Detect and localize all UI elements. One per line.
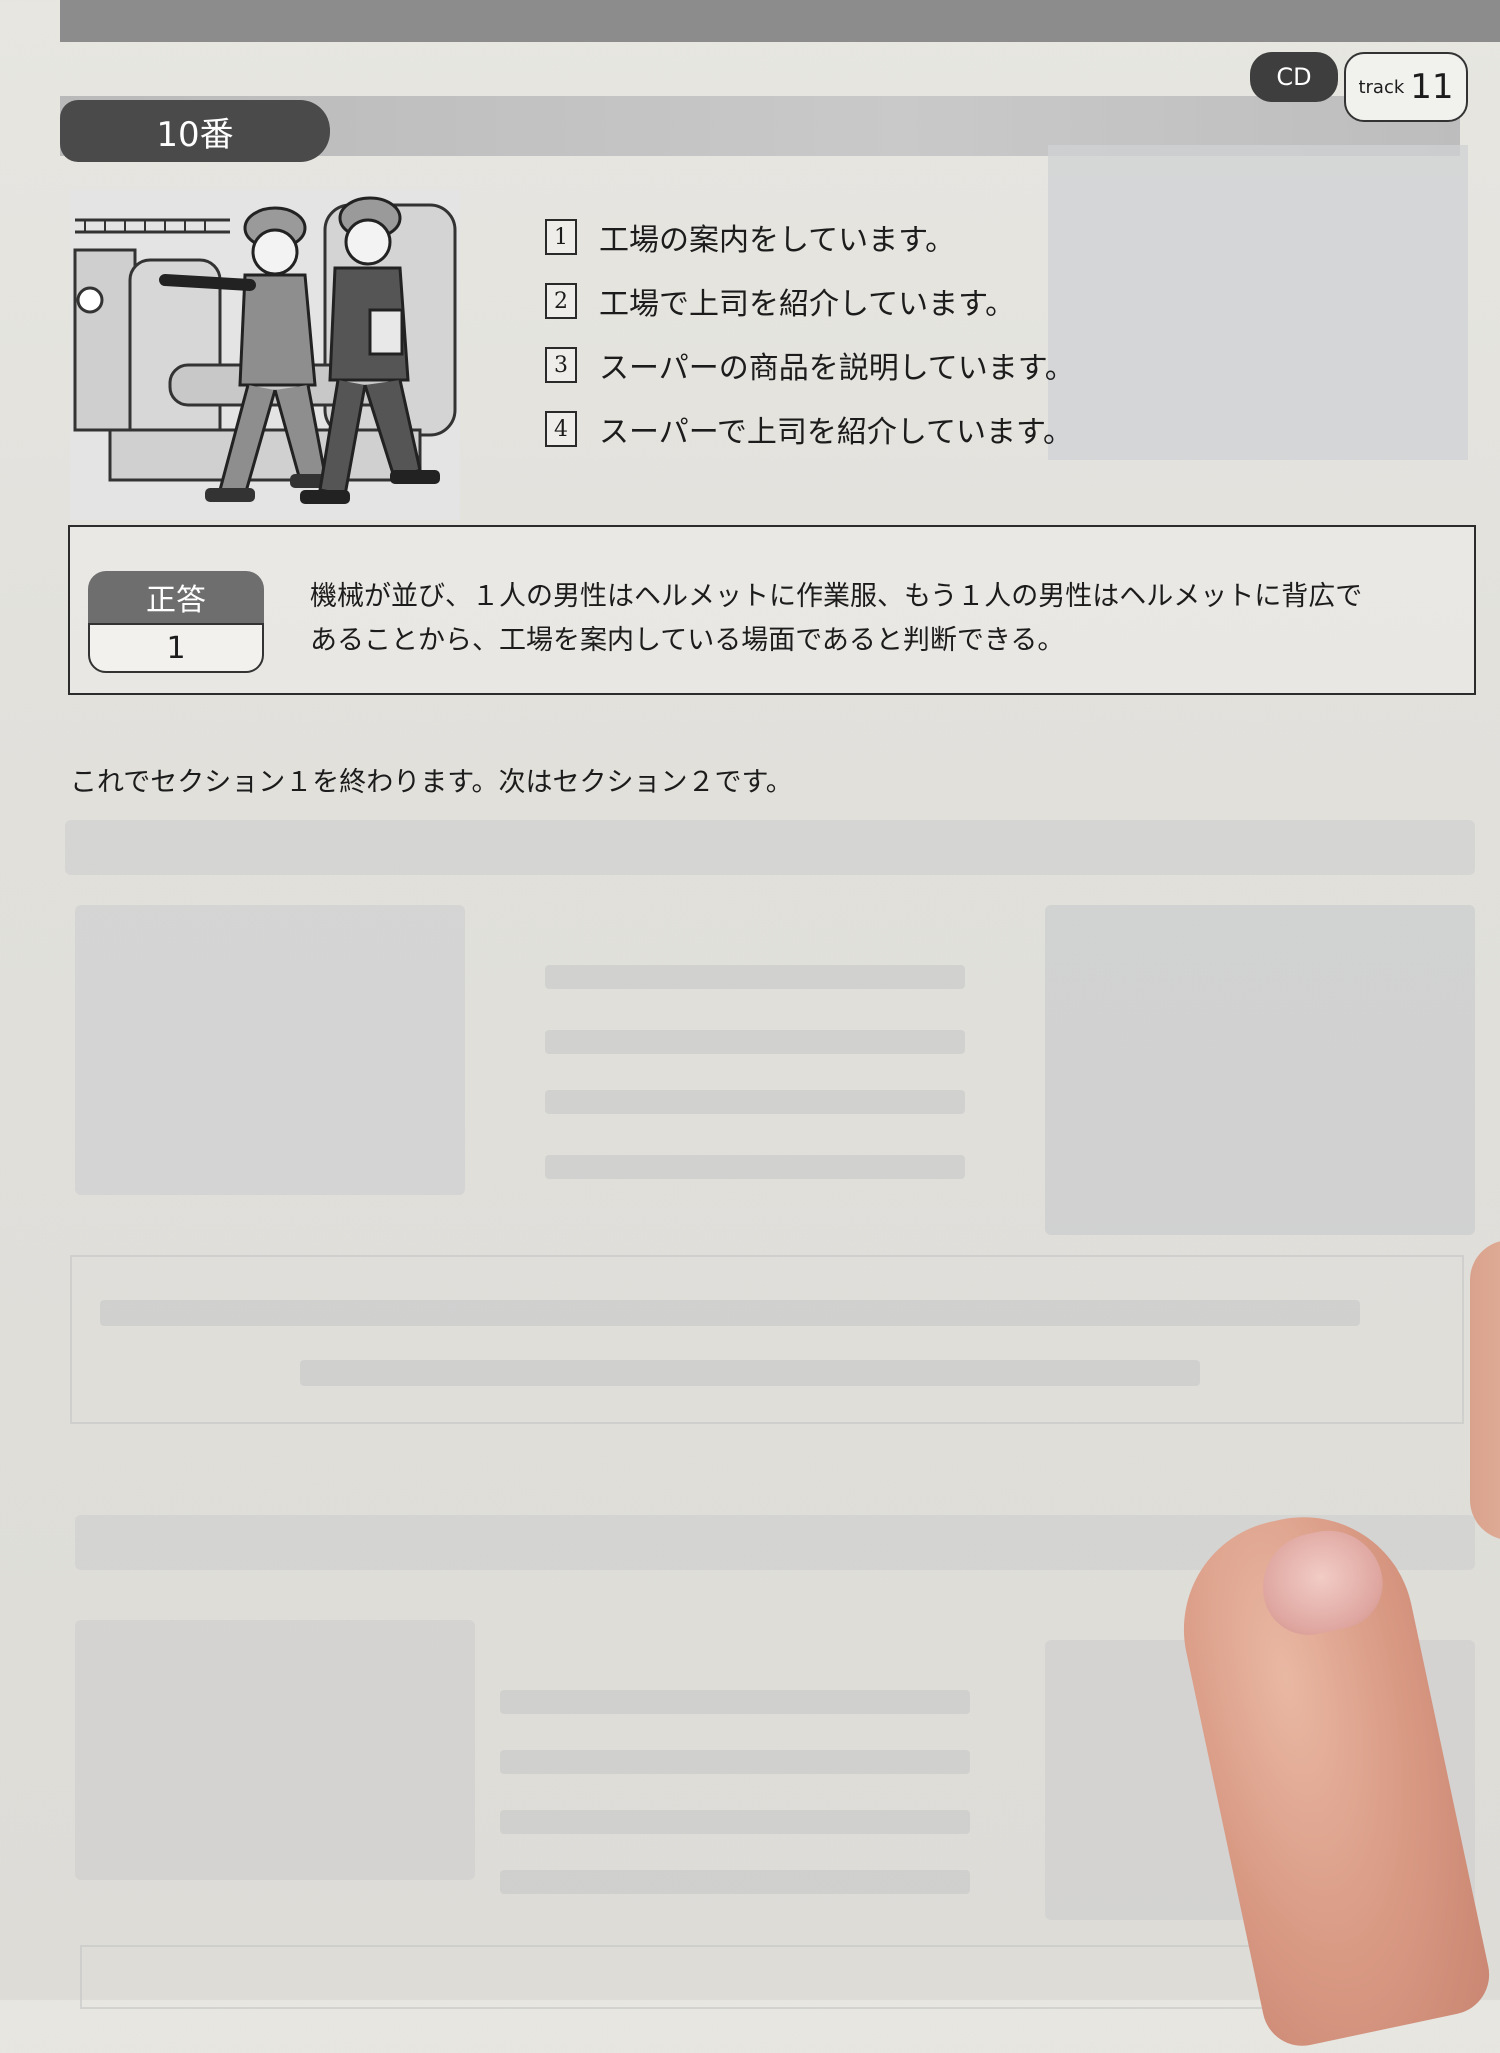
option-number-box: 4 [545, 411, 577, 447]
track-number: 11 [1410, 67, 1454, 107]
option-number-box: 3 [545, 347, 577, 383]
question-number-tab: 10番 [60, 100, 330, 162]
bleed-through-photo [1045, 905, 1475, 1235]
bleed-through-illustration [75, 1620, 475, 1880]
option-2: 2 工場で上司を紹介しています。 [545, 269, 1075, 333]
option-3: 3 スーパーの商品を説明しています。 [545, 333, 1075, 397]
bleed-through-band [65, 820, 1475, 875]
option-number-box: 2 [545, 283, 577, 319]
bleed-through-photo [1048, 145, 1468, 460]
option-1: 1 工場の案内をしています。 [545, 205, 1075, 269]
answer-label: 正答 [88, 571, 264, 623]
section-end-text: これでセクション１を終わります。次はセクション２です。 [70, 767, 793, 798]
top-strip [60, 0, 1500, 42]
bleed-through-illustration [75, 905, 465, 1195]
bleed-through-text [100, 1300, 1360, 1326]
finger-edge [1470, 1240, 1500, 1540]
textbook-page: 10番 CD track 11 1 工場の案内をしています。 2 工場で上司を紹… [0, 0, 1500, 2053]
track-prefix: track [1358, 76, 1405, 98]
track-badge: track 11 [1344, 52, 1468, 122]
option-number-box: 1 [545, 219, 577, 255]
option-4: 4 スーパーで上司を紹介しています。 [545, 397, 1075, 461]
bleed-through-text [500, 1870, 970, 1894]
answer-options-list: 1 工場の案内をしています。 2 工場で上司を紹介しています。 3 スーパーの商… [545, 205, 1075, 461]
option-text: スーパーの商品を説明しています。 [599, 351, 1075, 386]
bleed-through-text [500, 1750, 970, 1774]
answer-value: 1 [88, 623, 264, 673]
bleed-through-answer-box [70, 1255, 1464, 1424]
bleed-through-text [545, 1090, 965, 1114]
cd-badge: CD [1250, 52, 1338, 102]
answer-explanation: 機械が並び、１人の男性はヘルメットに作業服、もう１人の男性はヘルメットに背広で … [310, 575, 1460, 663]
explanation-line-1: 機械が並び、１人の男性はヘルメットに作業服、もう１人の男性はヘルメットに背広で [310, 581, 1363, 612]
bleed-through-text [500, 1810, 970, 1834]
factory-workers-illustration-icon [70, 190, 460, 520]
option-text: 工場で上司を紹介しています。 [599, 287, 1016, 322]
bleed-through-answer-box [80, 1945, 1284, 2009]
bleed-through-text [545, 1155, 965, 1179]
bleed-through-text [545, 965, 965, 989]
bleed-through-text [545, 1030, 965, 1054]
explanation-line-2: あることから、工場を案内している場面であると判断できる。 [310, 625, 1065, 656]
option-text: 工場の案内をしています。 [599, 223, 956, 258]
bleed-through-text [300, 1360, 1200, 1386]
correct-answer-box: 正答 1 機械が並び、１人の男性はヘルメットに作業服、もう１人の男性はヘルメット… [68, 525, 1476, 695]
bleed-through-text [500, 1690, 970, 1714]
option-text: スーパーで上司を紹介しています。 [599, 415, 1073, 450]
